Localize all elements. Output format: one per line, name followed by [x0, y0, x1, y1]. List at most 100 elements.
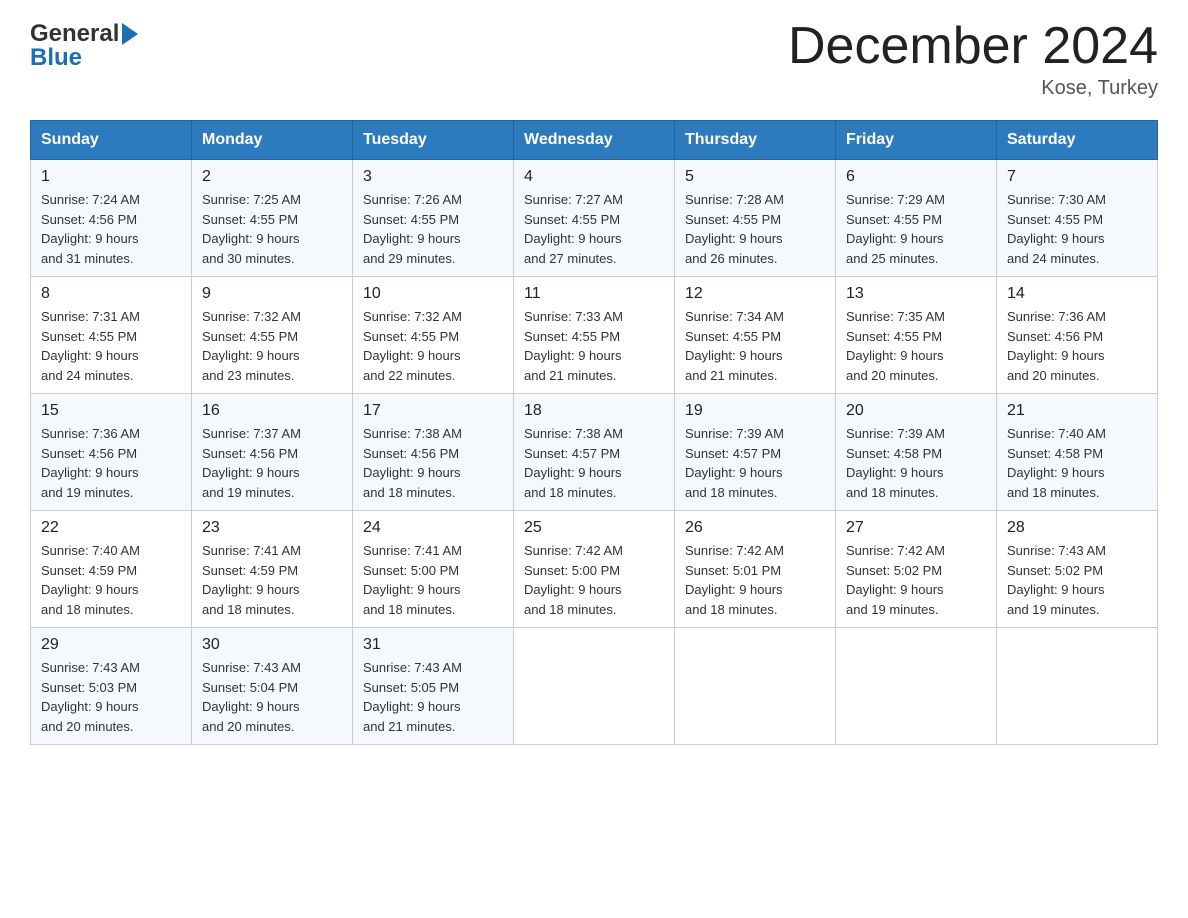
day-info: Sunrise: 7:36 AM Sunset: 4:56 PM Dayligh… — [41, 424, 181, 502]
day-info: Sunrise: 7:42 AM Sunset: 5:01 PM Dayligh… — [685, 541, 825, 619]
week-row-3: 15 Sunrise: 7:36 AM Sunset: 4:56 PM Dayl… — [31, 394, 1158, 511]
calendar-cell: 22 Sunrise: 7:40 AM Sunset: 4:59 PM Dayl… — [31, 511, 192, 628]
day-number: 28 — [1007, 519, 1147, 537]
day-number: 5 — [685, 168, 825, 186]
calendar-cell: 30 Sunrise: 7:43 AM Sunset: 5:04 PM Dayl… — [192, 628, 353, 745]
day-number: 20 — [846, 402, 986, 420]
day-number: 29 — [41, 636, 181, 654]
calendar-cell: 6 Sunrise: 7:29 AM Sunset: 4:55 PM Dayli… — [836, 160, 997, 277]
page-header: General Blue December 2024 Kose, Turkey — [30, 20, 1158, 100]
day-number: 14 — [1007, 285, 1147, 303]
day-number: 16 — [202, 402, 342, 420]
calendar-cell: 4 Sunrise: 7:27 AM Sunset: 4:55 PM Dayli… — [514, 160, 675, 277]
header-monday: Monday — [192, 121, 353, 160]
header-friday: Friday — [836, 121, 997, 160]
calendar-cell: 15 Sunrise: 7:36 AM Sunset: 4:56 PM Dayl… — [31, 394, 192, 511]
day-info: Sunrise: 7:36 AM Sunset: 4:56 PM Dayligh… — [1007, 307, 1147, 385]
week-row-1: 1 Sunrise: 7:24 AM Sunset: 4:56 PM Dayli… — [31, 160, 1158, 277]
calendar-cell: 1 Sunrise: 7:24 AM Sunset: 4:56 PM Dayli… — [31, 160, 192, 277]
day-number: 3 — [363, 168, 503, 186]
day-number: 12 — [685, 285, 825, 303]
day-info: Sunrise: 7:24 AM Sunset: 4:56 PM Dayligh… — [41, 190, 181, 268]
calendar-cell: 20 Sunrise: 7:39 AM Sunset: 4:58 PM Dayl… — [836, 394, 997, 511]
weekday-header-row: SundayMondayTuesdayWednesdayThursdayFrid… — [31, 121, 1158, 160]
logo: General Blue — [30, 20, 138, 72]
day-info: Sunrise: 7:29 AM Sunset: 4:55 PM Dayligh… — [846, 190, 986, 268]
day-info: Sunrise: 7:38 AM Sunset: 4:56 PM Dayligh… — [363, 424, 503, 502]
calendar-cell: 8 Sunrise: 7:31 AM Sunset: 4:55 PM Dayli… — [31, 277, 192, 394]
day-info: Sunrise: 7:26 AM Sunset: 4:55 PM Dayligh… — [363, 190, 503, 268]
day-info: Sunrise: 7:43 AM Sunset: 5:03 PM Dayligh… — [41, 658, 181, 736]
calendar-cell: 12 Sunrise: 7:34 AM Sunset: 4:55 PM Dayl… — [675, 277, 836, 394]
calendar-cell — [836, 628, 997, 745]
day-number: 31 — [363, 636, 503, 654]
day-info: Sunrise: 7:43 AM Sunset: 5:04 PM Dayligh… — [202, 658, 342, 736]
header-tuesday: Tuesday — [353, 121, 514, 160]
day-info: Sunrise: 7:40 AM Sunset: 4:59 PM Dayligh… — [41, 541, 181, 619]
calendar-cell: 29 Sunrise: 7:43 AM Sunset: 5:03 PM Dayl… — [31, 628, 192, 745]
day-info: Sunrise: 7:32 AM Sunset: 4:55 PM Dayligh… — [202, 307, 342, 385]
day-info: Sunrise: 7:41 AM Sunset: 5:00 PM Dayligh… — [363, 541, 503, 619]
week-row-2: 8 Sunrise: 7:31 AM Sunset: 4:55 PM Dayli… — [31, 277, 1158, 394]
day-info: Sunrise: 7:35 AM Sunset: 4:55 PM Dayligh… — [846, 307, 986, 385]
day-info: Sunrise: 7:38 AM Sunset: 4:57 PM Dayligh… — [524, 424, 664, 502]
calendar-cell — [675, 628, 836, 745]
calendar-cell: 27 Sunrise: 7:42 AM Sunset: 5:02 PM Dayl… — [836, 511, 997, 628]
day-number: 4 — [524, 168, 664, 186]
day-number: 24 — [363, 519, 503, 537]
day-info: Sunrise: 7:27 AM Sunset: 4:55 PM Dayligh… — [524, 190, 664, 268]
calendar-cell: 5 Sunrise: 7:28 AM Sunset: 4:55 PM Dayli… — [675, 160, 836, 277]
day-number: 11 — [524, 285, 664, 303]
day-info: Sunrise: 7:43 AM Sunset: 5:05 PM Dayligh… — [363, 658, 503, 736]
day-info: Sunrise: 7:34 AM Sunset: 4:55 PM Dayligh… — [685, 307, 825, 385]
logo-blue-text: Blue — [30, 44, 82, 72]
calendar-cell: 11 Sunrise: 7:33 AM Sunset: 4:55 PM Dayl… — [514, 277, 675, 394]
header-thursday: Thursday — [675, 121, 836, 160]
month-title: December 2024 — [788, 20, 1158, 72]
location-label: Kose, Turkey — [788, 77, 1158, 100]
day-info: Sunrise: 7:43 AM Sunset: 5:02 PM Dayligh… — [1007, 541, 1147, 619]
calendar-cell: 21 Sunrise: 7:40 AM Sunset: 4:58 PM Dayl… — [997, 394, 1158, 511]
calendar-cell: 24 Sunrise: 7:41 AM Sunset: 5:00 PM Dayl… — [353, 511, 514, 628]
day-info: Sunrise: 7:42 AM Sunset: 5:02 PM Dayligh… — [846, 541, 986, 619]
day-number: 10 — [363, 285, 503, 303]
day-info: Sunrise: 7:25 AM Sunset: 4:55 PM Dayligh… — [202, 190, 342, 268]
calendar-cell: 19 Sunrise: 7:39 AM Sunset: 4:57 PM Dayl… — [675, 394, 836, 511]
calendar-cell: 26 Sunrise: 7:42 AM Sunset: 5:01 PM Dayl… — [675, 511, 836, 628]
day-number: 2 — [202, 168, 342, 186]
logo-triangle-icon — [122, 23, 138, 45]
week-row-5: 29 Sunrise: 7:43 AM Sunset: 5:03 PM Dayl… — [31, 628, 1158, 745]
day-number: 8 — [41, 285, 181, 303]
day-number: 30 — [202, 636, 342, 654]
calendar-cell: 25 Sunrise: 7:42 AM Sunset: 5:00 PM Dayl… — [514, 511, 675, 628]
calendar-cell: 9 Sunrise: 7:32 AM Sunset: 4:55 PM Dayli… — [192, 277, 353, 394]
calendar-cell — [997, 628, 1158, 745]
week-row-4: 22 Sunrise: 7:40 AM Sunset: 4:59 PM Dayl… — [31, 511, 1158, 628]
header-sunday: Sunday — [31, 121, 192, 160]
day-info: Sunrise: 7:37 AM Sunset: 4:56 PM Dayligh… — [202, 424, 342, 502]
calendar-cell: 16 Sunrise: 7:37 AM Sunset: 4:56 PM Dayl… — [192, 394, 353, 511]
day-info: Sunrise: 7:41 AM Sunset: 4:59 PM Dayligh… — [202, 541, 342, 619]
day-number: 6 — [846, 168, 986, 186]
calendar-cell: 3 Sunrise: 7:26 AM Sunset: 4:55 PM Dayli… — [353, 160, 514, 277]
day-info: Sunrise: 7:32 AM Sunset: 4:55 PM Dayligh… — [363, 307, 503, 385]
day-number: 9 — [202, 285, 342, 303]
day-info: Sunrise: 7:31 AM Sunset: 4:55 PM Dayligh… — [41, 307, 181, 385]
calendar-cell: 7 Sunrise: 7:30 AM Sunset: 4:55 PM Dayli… — [997, 160, 1158, 277]
day-info: Sunrise: 7:40 AM Sunset: 4:58 PM Dayligh… — [1007, 424, 1147, 502]
day-number: 23 — [202, 519, 342, 537]
day-info: Sunrise: 7:39 AM Sunset: 4:58 PM Dayligh… — [846, 424, 986, 502]
day-number: 25 — [524, 519, 664, 537]
day-number: 22 — [41, 519, 181, 537]
day-number: 17 — [363, 402, 503, 420]
calendar-cell: 10 Sunrise: 7:32 AM Sunset: 4:55 PM Dayl… — [353, 277, 514, 394]
day-number: 15 — [41, 402, 181, 420]
day-info: Sunrise: 7:42 AM Sunset: 5:00 PM Dayligh… — [524, 541, 664, 619]
calendar-cell: 23 Sunrise: 7:41 AM Sunset: 4:59 PM Dayl… — [192, 511, 353, 628]
day-number: 18 — [524, 402, 664, 420]
day-info: Sunrise: 7:30 AM Sunset: 4:55 PM Dayligh… — [1007, 190, 1147, 268]
calendar-table: SundayMondayTuesdayWednesdayThursdayFrid… — [30, 120, 1158, 745]
header-saturday: Saturday — [997, 121, 1158, 160]
calendar-cell: 2 Sunrise: 7:25 AM Sunset: 4:55 PM Dayli… — [192, 160, 353, 277]
day-info: Sunrise: 7:39 AM Sunset: 4:57 PM Dayligh… — [685, 424, 825, 502]
